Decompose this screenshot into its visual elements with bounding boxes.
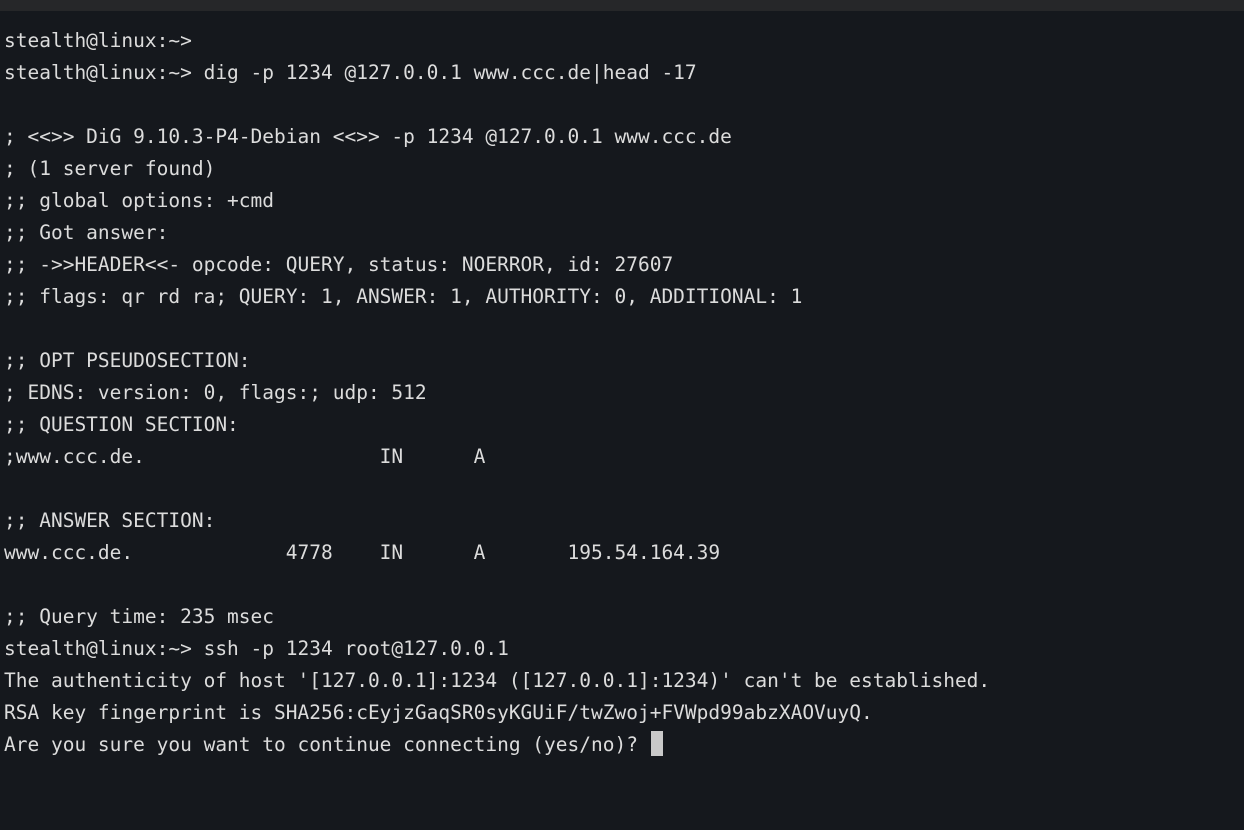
terminal-line-ssh-command: stealth@linux:~> ssh -p 1234 root@127.0.… [4, 637, 509, 660]
terminal-line-header: ;; ->>HEADER<<- opcode: QUERY, status: N… [4, 253, 674, 276]
text-cursor [650, 731, 663, 756]
terminal-line-query-time: ;; Query time: 235 msec [4, 605, 275, 628]
terminal-line-question-record: ;www.ccc.de. IN A [4, 445, 486, 468]
terminal-output-area[interactable]: stealth@linux:~> stealth@linux:~> dig -p… [0, 11, 1244, 830]
terminal-line-global-options: ;; global options: +cmd [4, 189, 275, 212]
terminal-line-dig-version: ; <<>> DiG 9.10.3-P4-Debian <<>> -p 1234… [4, 125, 732, 148]
confirm-prompt-text: Are you sure you want to continue connec… [4, 733, 650, 756]
terminal-line-rsa-fingerprint: RSA key fingerprint is SHA256:cEyjzGaqSR… [4, 701, 873, 724]
terminal-line-answer-section: ;; ANSWER SECTION: [4, 509, 216, 532]
terminal-line-dig-command: stealth@linux:~> dig -p 1234 @127.0.0.1 … [4, 61, 697, 84]
terminal-line-answer-record: www.ccc.de. 4778 IN A 195.54.164.39 [4, 541, 721, 564]
terminal-window: stealth@linux:~> stealth@linux:~> dig -p… [0, 0, 1244, 830]
terminal-title-bar [0, 0, 1244, 11]
terminal-line-flags: ;; flags: qr rd ra; QUERY: 1, ANSWER: 1,… [4, 285, 803, 308]
terminal-line-got-answer: ;; Got answer: [4, 221, 169, 244]
terminal-line-opt-pseudosection: ;; OPT PSEUDOSECTION: [4, 349, 251, 372]
terminal-line-server-found: ; (1 server found) [4, 157, 216, 180]
terminal-line-question-section: ;; QUESTION SECTION: [4, 413, 239, 436]
terminal-line-edns: ; EDNS: version: 0, flags:; udp: 512 [4, 381, 427, 404]
terminal-line-prompt-empty: stealth@linux:~> [4, 29, 192, 52]
terminal-line-confirm-prompt[interactable]: Are you sure you want to continue connec… [4, 729, 1244, 761]
terminal-line-authenticity-warning: The authenticity of host '[127.0.0.1]:12… [4, 669, 991, 692]
